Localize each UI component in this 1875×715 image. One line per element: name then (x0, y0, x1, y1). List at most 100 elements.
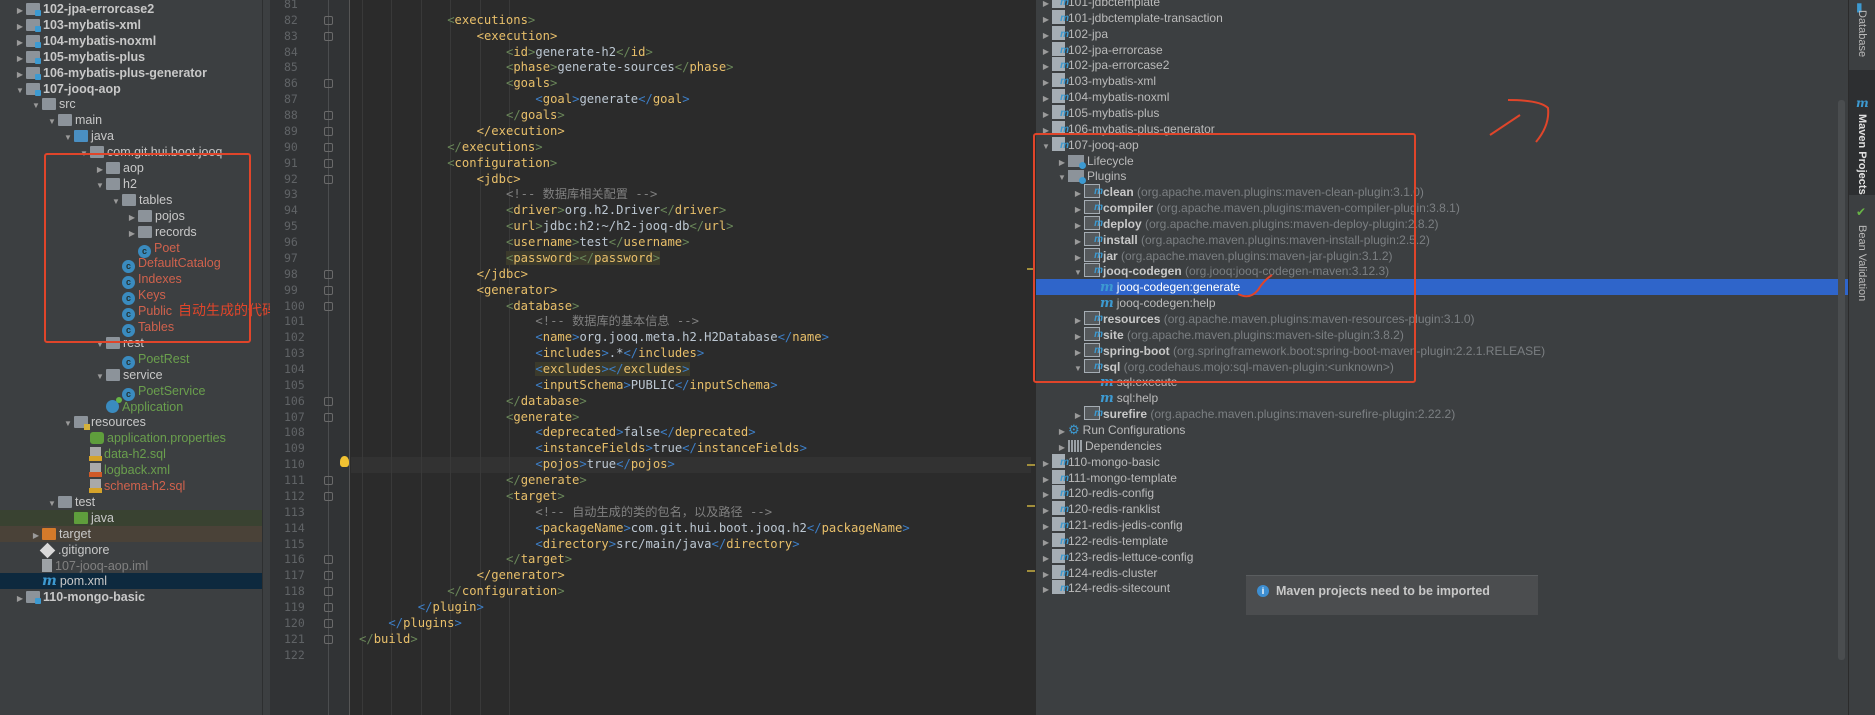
code-line: <jdbc> (477, 171, 521, 187)
maven-import-notification[interactable]: i Maven projects need to be imported (1246, 575, 1538, 615)
project-tree-item[interactable]: ▼ test (0, 494, 262, 510)
project-tree-item[interactable]: ▶ 110-mongo-basic (0, 589, 262, 605)
code-editor[interactable]: <executions> <execution> <id>generate-h2</… (351, 0, 1031, 715)
maven-tree-item[interactable]: ▶121-redis-jedis-config (1036, 517, 1848, 534)
fold-marker-icon[interactable] (324, 158, 333, 168)
maven-tree-item[interactable]: ▶120-redis-config (1036, 485, 1848, 502)
fold-marker-icon[interactable] (324, 618, 333, 628)
fold-marker-icon[interactable] (324, 587, 333, 597)
maven-tree-item[interactable]: ▶104-mybatis-noxml (1036, 89, 1848, 106)
project-tree-item[interactable]: ▼ main (0, 112, 262, 128)
fold-marker-icon[interactable] (324, 174, 333, 184)
project-tree-item[interactable]: m pom.xml (0, 573, 262, 590)
fold-marker-icon[interactable] (324, 555, 333, 565)
tool-tab-maven-projects[interactable]: m Maven Projects (1849, 70, 1875, 195)
project-tree-item[interactable]: c PoetRest (0, 351, 262, 369)
fold-marker-icon[interactable] (324, 269, 333, 279)
line-number: 90 (284, 139, 298, 154)
fold-marker-icon[interactable] (324, 396, 333, 406)
project-tree-item[interactable]: c PoetService (0, 383, 262, 401)
maven-tree-item[interactable]: ▶102-jpa-errorcase2 (1036, 57, 1848, 74)
fold-marker-icon[interactable] (324, 603, 333, 613)
maven-tree-item[interactable]: ▶102-jpa (1036, 25, 1848, 43)
expand-arrow-right-icon[interactable]: ▶ (1040, 582, 1052, 598)
project-tree-item[interactable]: ▼ java (0, 128, 262, 144)
maven-tree-item[interactable]: ▶120-redis-ranklist (1036, 501, 1848, 518)
xml-bracket: > (645, 441, 653, 456)
stripe-marker[interactable] (1027, 570, 1035, 572)
project-scrollbar[interactable] (262, 0, 270, 715)
xml-bracket: < (535, 362, 543, 376)
project-tree-item-label: 110-mongo-basic (43, 590, 146, 605)
project-tree-item[interactable]: logback.xml (0, 462, 262, 478)
project-tree-item[interactable]: ▶ target (0, 525, 262, 542)
maven-tree-item[interactable]: ▶ ⚙ Run Configurations (1036, 422, 1848, 438)
project-tree-item[interactable]: Application (0, 396, 262, 415)
maven-scrollbar[interactable] (1838, 100, 1845, 660)
maven-tree-item[interactable]: m sql:help (1036, 390, 1848, 406)
stripe-marker[interactable] (1027, 505, 1035, 507)
fold-marker-icon[interactable] (324, 142, 333, 152)
fold-marker-icon[interactable] (324, 301, 333, 311)
project-tree-item[interactable]: ▶ 103-mybatis-xml (0, 17, 262, 33)
fold-marker-icon[interactable] (324, 126, 333, 136)
fold-marker-icon[interactable] (324, 285, 333, 295)
maven-tree-item[interactable]: ▶110-mongo-basic (1036, 453, 1848, 471)
project-tree-item[interactable]: ▶ 106-mybatis-plus-generator (0, 65, 262, 81)
maven-tree-item[interactable]: ▶ Dependencies (1036, 438, 1848, 454)
maven-tree-item[interactable]: ▶111-mongo-template (1036, 469, 1848, 487)
intention-lightbulb-icon[interactable] (340, 456, 349, 467)
project-tree-item[interactable]: ▼ src (0, 96, 262, 112)
maven-plugin-icon (1084, 406, 1103, 422)
fold-marker-icon[interactable] (324, 79, 333, 89)
code-line: <includes>.*</includes> (535, 345, 704, 361)
tool-tab-database[interactable]: ▮ Database (1849, 0, 1875, 70)
fold-marker-icon[interactable] (324, 634, 333, 644)
maven-tree-item[interactable]: ▶122-redis-template (1036, 532, 1848, 550)
fold-marker-icon[interactable] (324, 476, 333, 486)
annotation-box-jooq-plugin (1033, 133, 1416, 383)
tool-tab-bean-validation[interactable]: ✔ Bean Validation (1849, 195, 1875, 310)
project-tree-item-label: target (59, 526, 91, 541)
project-tree-item[interactable]: ▶ 104-mybatis-noxml (0, 33, 262, 49)
maven-tree-item[interactable]: ▶103-mybatis-xml (1036, 73, 1848, 90)
project-tree-item-label: test (75, 494, 96, 509)
project-tree-item[interactable]: ▶ 105-mybatis-plus (0, 49, 262, 65)
project-tree-item[interactable]: schema-h2.sql (0, 478, 262, 494)
fold-marker-icon[interactable] (324, 31, 333, 41)
fold-marker-icon[interactable] (324, 15, 333, 25)
project-tree-item[interactable]: 107-jooq-aop.iml (0, 558, 262, 574)
fold-marker-icon[interactable] (324, 571, 333, 581)
project-tree-item-label: logback.xml (104, 463, 170, 478)
project-tree-item-label: data-h2.sql (104, 447, 166, 462)
stripe-marker[interactable] (1027, 464, 1035, 466)
maven-tree-item[interactable]: ▶102-jpa-errorcase (1036, 41, 1848, 59)
project-tree-item[interactable]: data-h2.sql (0, 446, 262, 462)
project-tree-item[interactable]: .gitignore (0, 542, 262, 558)
maven-tree-item[interactable]: ▶123-redis-lettuce-config (1036, 548, 1848, 566)
fold-marker-icon[interactable] (324, 412, 333, 422)
xml-comment: <!-- 数据库的基本信息 --> (535, 314, 699, 329)
maven-tree-item[interactable]: ▶101-jdbctemplate (1036, 0, 1848, 11)
xml-bracket: </ (682, 441, 697, 456)
project-tree-item[interactable]: ▼ service (0, 367, 262, 383)
maven-tree-item[interactable]: ▶105-mybatis-plus (1036, 104, 1848, 122)
project-tree-item[interactable]: ▼ resources (0, 414, 262, 431)
maven-tree-item[interactable]: ▶101-jdbctemplate-transaction (1036, 9, 1848, 27)
xml-tag-name: includes (638, 346, 697, 361)
project-tree-item[interactable]: ▶ 102-jpa-errorcase2 (0, 1, 262, 17)
expand-arrow-right-icon[interactable]: ▶ (14, 591, 26, 607)
line-number: 82 (284, 12, 298, 27)
xml-text: test (579, 235, 609, 250)
xml-bracket: </ (711, 536, 727, 551)
project-tree-item[interactable]: java (0, 509, 262, 526)
project-tree-item[interactable]: ▼ 107-jooq-aop (0, 81, 262, 97)
xml-bracket: </ (506, 552, 521, 567)
fold-marker-icon[interactable] (324, 111, 333, 121)
project-tree-item[interactable]: application.properties (0, 430, 262, 446)
maven-project-icon (1052, 73, 1069, 90)
maven-tree-item[interactable]: ▶surefire (org.apache.maven.plugins:mave… (1036, 406, 1848, 422)
fold-marker-icon[interactable] (324, 491, 333, 501)
maven-tree-item-label: 101-jdbctemplate (1068, 0, 1161, 9)
bean-validation-icon: ✔ (1856, 205, 1867, 219)
